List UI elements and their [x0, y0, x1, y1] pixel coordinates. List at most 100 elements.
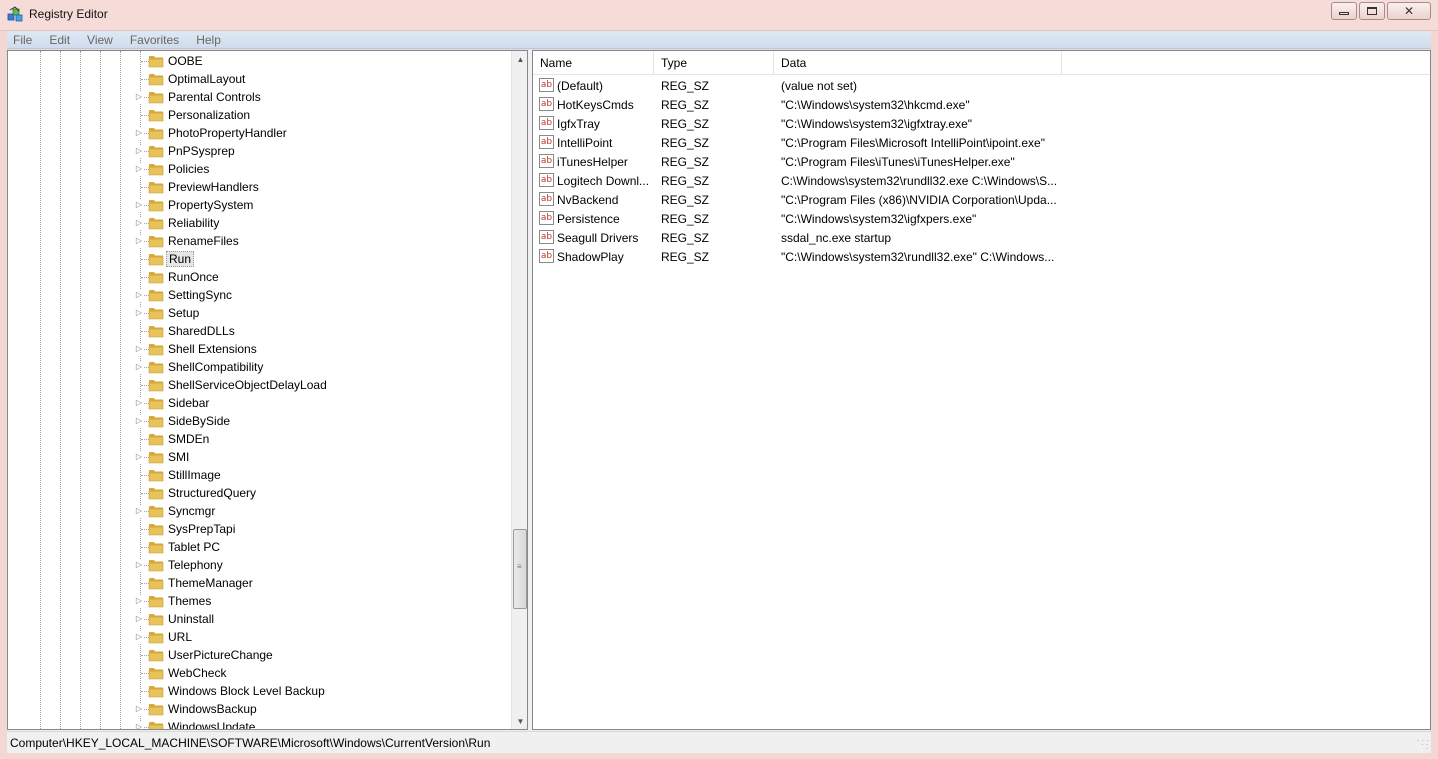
tree-item[interactable]: Run [8, 250, 508, 268]
scroll-down-arrow-icon[interactable]: ▼ [512, 713, 527, 729]
folder-icon [148, 560, 164, 572]
tree-item-label: WindowsUpdate [168, 720, 256, 730]
tree-item[interactable]: Windows Block Level Backup [8, 682, 508, 700]
expand-arrow-icon[interactable]: ▷ [134, 127, 144, 139]
registry-value-row[interactable]: ab ShadowPlay REG_SZ "C:\Windows\system32\r… [533, 247, 1430, 266]
values-list[interactable]: Name Type Data ab (Default) REG_SZ (value n… [532, 50, 1431, 730]
tree-scrollbar[interactable]: ▲ ≡ ▼ [511, 51, 527, 729]
tree-item[interactable]: ▷ SMI [8, 448, 508, 466]
registry-value-row[interactable]: ab Persistence REG_SZ "C:\Windows\system32\… [533, 209, 1430, 228]
tree-item[interactable]: UserPictureChange [8, 646, 508, 664]
expand-arrow-icon[interactable]: ▷ [134, 307, 144, 319]
expand-arrow-icon[interactable]: ▷ [134, 199, 144, 211]
registry-value-row[interactable]: ab Logitech Downl... REG_SZ C:\Windows\syst… [533, 171, 1430, 190]
tree-item[interactable]: ▷ PropertySystem [8, 196, 508, 214]
expand-arrow-icon[interactable]: ▷ [134, 415, 144, 427]
folder-icon [148, 722, 164, 729]
tree-item[interactable]: Tablet PC [8, 538, 508, 556]
registry-value-row[interactable]: ab (Default) REG_SZ (value not set) [533, 76, 1430, 95]
tree-item[interactable]: WebCheck [8, 664, 508, 682]
expand-arrow-icon[interactable]: ▷ [134, 289, 144, 301]
column-header-type[interactable]: Type [654, 51, 774, 75]
tree-item[interactable]: SMDEn [8, 430, 508, 448]
tree-item[interactable]: ▷ Syncmgr [8, 502, 508, 520]
tree-item[interactable]: OptimalLayout [8, 70, 508, 88]
expand-arrow-icon[interactable]: ▷ [134, 721, 144, 729]
scroll-up-arrow-icon[interactable]: ▲ [512, 51, 527, 68]
value-name: NvBackend [557, 193, 619, 207]
expand-arrow-icon[interactable]: ▷ [134, 451, 144, 463]
expand-arrow-icon[interactable]: ▷ [134, 613, 144, 625]
expand-arrow-icon[interactable]: ▷ [134, 631, 144, 643]
expand-arrow-icon[interactable]: ▷ [134, 397, 144, 409]
minimize-button[interactable] [1331, 2, 1357, 20]
tree-item[interactable]: ShellServiceObjectDelayLoad [8, 376, 508, 394]
menu-file[interactable]: File [11, 33, 34, 47]
value-type: REG_SZ [661, 117, 710, 131]
tree-item[interactable]: ▷ Reliability [8, 214, 508, 232]
tree-item[interactable]: ▷ ShellCompatibility [8, 358, 508, 376]
tree-item[interactable]: PreviewHandlers [8, 178, 508, 196]
close-button[interactable]: ✕ [1387, 2, 1431, 20]
tree-item[interactable]: SharedDLLs [8, 322, 508, 340]
tree-item[interactable]: StillImage [8, 466, 508, 484]
value-data: C:\Windows\system32\rundll32.exe C:\Wind… [781, 174, 1058, 188]
folder-icon [148, 668, 164, 680]
expand-arrow-icon[interactable]: ▷ [134, 217, 144, 229]
tree-item[interactable]: ▷ Parental Controls [8, 88, 508, 106]
tree-item[interactable]: Personalization [8, 106, 508, 124]
tree-item[interactable]: ▷ Policies [8, 160, 508, 178]
expand-arrow-icon[interactable]: ▷ [134, 361, 144, 373]
tree-item[interactable]: ▷ URL [8, 628, 508, 646]
tree-item[interactable]: ▷ Shell Extensions [8, 340, 508, 358]
tree-item[interactable]: ▷ WindowsBackup [8, 700, 508, 718]
expand-arrow-icon[interactable]: ▷ [134, 505, 144, 517]
tree-item-label: StillImage [168, 468, 221, 482]
tree-item[interactable]: ▷ PnPSysprep [8, 142, 508, 160]
registry-value-row[interactable]: ab NvBackend REG_SZ "C:\Program Files (x86)… [533, 190, 1430, 209]
menu-favorites[interactable]: Favorites [128, 33, 181, 47]
registry-value-row[interactable]: ab IntelliPoint REG_SZ "C:\Program Files\Mi… [533, 133, 1430, 152]
expand-arrow-icon[interactable]: ▷ [134, 163, 144, 175]
maximize-button[interactable] [1359, 2, 1385, 20]
expand-arrow-icon[interactable]: ▷ [134, 703, 144, 715]
tree-item[interactable]: ▷ PhotoPropertyHandler [8, 124, 508, 142]
registry-value-row[interactable]: ab IgfxTray REG_SZ "C:\Windows\system32\igf… [533, 114, 1430, 133]
expand-arrow-icon[interactable]: ▷ [134, 145, 144, 157]
folder-icon [148, 218, 164, 230]
tree-item[interactable]: OOBE [8, 52, 508, 70]
string-value-icon: ab [539, 154, 554, 168]
tree-item[interactable]: ▷ SettingSync [8, 286, 508, 304]
registry-tree[interactable]: OOBE OptimalLayout ▷ Parental Controls Perso… [7, 50, 528, 730]
tree-item[interactable]: SysPrepTapi [8, 520, 508, 538]
tree-item[interactable]: ▷ Telephony [8, 556, 508, 574]
expand-arrow-icon[interactable]: ▷ [134, 235, 144, 247]
window-title: Registry Editor [29, 7, 108, 21]
tree-item-label: WindowsBackup [168, 702, 257, 716]
registry-value-row[interactable]: ab iTunesHelper REG_SZ "C:\Program Files\iT… [533, 152, 1430, 171]
tree-item[interactable]: ▷ Sidebar [8, 394, 508, 412]
size-grip-icon[interactable]: · · · · · · [1417, 737, 1429, 753]
tree-item[interactable]: ▷ SideBySide [8, 412, 508, 430]
expand-arrow-icon[interactable]: ▷ [134, 559, 144, 571]
tree-item[interactable]: ▷ Uninstall [8, 610, 508, 628]
expand-arrow-icon[interactable]: ▷ [134, 343, 144, 355]
tree-item[interactable]: ThemeManager [8, 574, 508, 592]
expand-arrow-icon[interactable]: ▷ [134, 91, 144, 103]
tree-item[interactable]: ▷ Setup [8, 304, 508, 322]
menu-view[interactable]: View [85, 33, 115, 47]
column-header-name[interactable]: Name [533, 51, 654, 75]
tree-item[interactable]: RunOnce [8, 268, 508, 286]
tree-item[interactable]: ▷ RenameFiles [8, 232, 508, 250]
tree-item[interactable]: ▷ WindowsUpdate [8, 718, 508, 730]
registry-value-row[interactable]: ab HotKeysCmds REG_SZ "C:\Windows\system32\… [533, 95, 1430, 114]
menu-edit[interactable]: Edit [47, 33, 72, 47]
tree-item[interactable]: StructuredQuery [8, 484, 508, 502]
expand-arrow-icon[interactable]: ▷ [134, 595, 144, 607]
value-name: ShadowPlay [557, 250, 624, 264]
menu-help[interactable]: Help [194, 33, 223, 47]
column-header-data[interactable]: Data [774, 51, 1062, 75]
registry-value-row[interactable]: ab Seagull Drivers REG_SZ ssdal_nc.exe star… [533, 228, 1430, 247]
scroll-thumb[interactable]: ≡ [513, 529, 527, 609]
tree-item[interactable]: ▷ Themes [8, 592, 508, 610]
